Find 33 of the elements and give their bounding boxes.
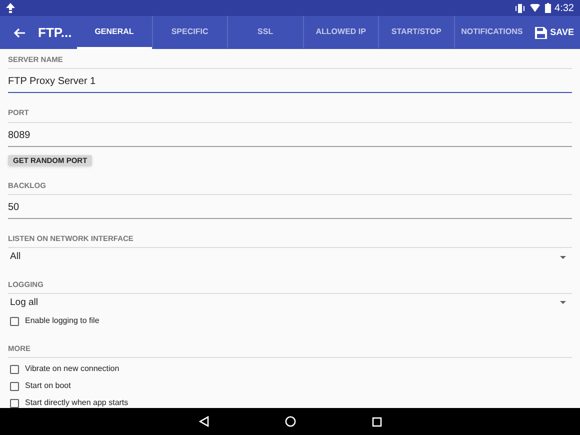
save-button[interactable]: SAVE bbox=[529, 16, 580, 49]
text-input-field[interactable]: FTP Proxy Server 1 bbox=[8, 69, 572, 94]
dropdown-value: All bbox=[10, 250, 21, 264]
toolbar-title: FTP... bbox=[38, 24, 73, 42]
checkbox-label: Vibrate on new connection bbox=[25, 363, 120, 376]
tab[interactable]: SPECIFIC bbox=[152, 16, 228, 49]
recents-square-icon[interactable] bbox=[372, 416, 382, 426]
checkbox-label: Start directly when app starts bbox=[25, 397, 128, 408]
upload-icon bbox=[6, 3, 15, 13]
checkbox-label: Start on boot bbox=[25, 380, 71, 392]
tab[interactable]: SSL bbox=[227, 16, 303, 49]
checkbox[interactable] bbox=[10, 316, 19, 326]
back-triangle-icon[interactable] bbox=[198, 416, 208, 427]
home-circle-icon[interactable] bbox=[284, 416, 296, 427]
vibrate-icon bbox=[514, 4, 525, 12]
dropdown[interactable]: Log all bbox=[8, 294, 572, 310]
tab[interactable]: ALLOWED IP bbox=[302, 16, 378, 49]
tab[interactable]: NOTIFICATIONS bbox=[454, 16, 530, 49]
dropdown-caret-icon bbox=[560, 301, 566, 304]
tab[interactable]: GENERAL bbox=[77, 16, 152, 49]
battery-icon bbox=[544, 3, 551, 13]
checkbox-label: Enable logging to file bbox=[25, 315, 100, 327]
clock-time: 4:32 bbox=[554, 2, 574, 16]
tab[interactable]: START/STOP bbox=[378, 16, 454, 49]
text-input-field[interactable]: 50 bbox=[8, 195, 572, 219]
checkbox[interactable] bbox=[10, 382, 19, 391]
dropdown-caret-icon bbox=[560, 256, 566, 259]
dropdown[interactable]: All bbox=[8, 248, 572, 264]
dropdown-value: Log all bbox=[10, 296, 38, 310]
back-arrow-icon bbox=[13, 28, 25, 38]
checkbox[interactable] bbox=[10, 364, 19, 374]
wifi-icon bbox=[530, 4, 540, 12]
text-input-field[interactable]: 8089 bbox=[8, 122, 572, 146]
